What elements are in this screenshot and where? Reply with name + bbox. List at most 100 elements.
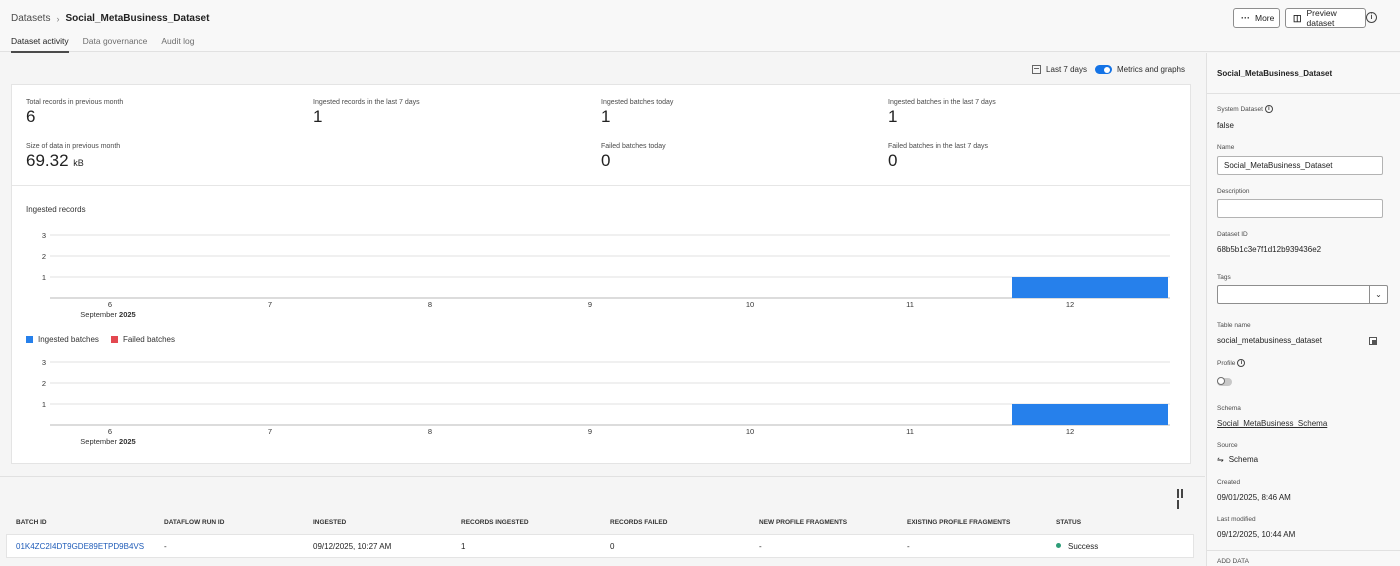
page-header: Datasets › Social_MetaBusiness_Dataset D… xyxy=(0,0,1400,53)
x-tick-label: 7 xyxy=(268,300,272,309)
tags-label: Tags xyxy=(1217,274,1231,281)
y-tick-label: 2 xyxy=(42,252,46,261)
date-range-label[interactable]: Last 7 days xyxy=(1046,65,1087,74)
column-settings-icon[interactable] xyxy=(1177,489,1187,509)
main-content: Last 7 days Metrics and graphs Total rec… xyxy=(0,53,1205,566)
records-failed-cell: 0 xyxy=(610,542,615,551)
breadcrumb: Datasets › Social_MetaBusiness_Dataset xyxy=(11,13,209,24)
x-sublabel-month: September xyxy=(80,437,119,446)
description-field[interactable] xyxy=(1217,199,1383,218)
chevron-down-icon[interactable]: ⌄ xyxy=(1369,286,1387,303)
x-tick-label: 10 xyxy=(746,300,754,309)
legend-failed-batches[interactable]: Failed batches xyxy=(110,335,175,344)
metric-label: Failed batches in the last 7 days xyxy=(888,143,989,150)
name-label: Name xyxy=(1217,144,1235,151)
x-sublabel-year: 2025 xyxy=(119,310,136,319)
page-title: Social_MetaBusiness_Dataset xyxy=(65,13,210,24)
profile-label: Profile i xyxy=(1217,359,1246,367)
metric-label: Total records in previous month xyxy=(26,99,124,106)
y-tick-label: 2 xyxy=(42,379,46,388)
batches-legend: Ingested batches Failed batches xyxy=(26,335,187,344)
breadcrumb-datasets-link[interactable]: Datasets xyxy=(11,13,50,24)
metric-failed-today: Failed batches today 0 xyxy=(601,143,666,171)
x-tick-label: 8 xyxy=(428,300,432,309)
x-tick-label: 11 xyxy=(906,427,914,436)
tab-dataset-activity[interactable]: Dataset activity xyxy=(11,36,69,53)
metric-label: Ingested batches today xyxy=(601,99,674,106)
col-header-records-ingested[interactable]: RECORDS INGESTED xyxy=(461,519,529,526)
legend-label: Ingested batches xyxy=(38,335,99,344)
x-tick-label: 9 xyxy=(588,427,592,436)
metric-total-records: Total records in previous month 6 xyxy=(26,99,123,127)
name-field[interactable]: Social_MetaBusiness_Dataset xyxy=(1217,156,1383,175)
x-tick-label: 11 xyxy=(906,300,914,309)
metric-value: 0 xyxy=(601,151,611,170)
more-button[interactable]: ··· More xyxy=(1233,8,1280,28)
batch-id-link[interactable]: 01K4ZC2I4DT9GDE89ETPD9B4VS xyxy=(16,542,144,551)
x-tick-label: 6 xyxy=(108,300,112,309)
metric-label: Size of data in previous month xyxy=(26,143,121,150)
metric-ingested-records: Ingested records in the last 7 days 1 xyxy=(313,99,420,127)
col-header-status[interactable]: STATUS xyxy=(1056,519,1081,526)
y-tick-label: 3 xyxy=(42,231,46,240)
x-tick-label: 12 xyxy=(1066,427,1074,436)
x-tick-label: 8 xyxy=(428,427,432,436)
calendar-icon[interactable] xyxy=(1032,65,1042,74)
ingested-records-chart-title: Ingested records xyxy=(26,205,86,214)
ingested-cell: 09/12/2025, 10:27 AM xyxy=(313,542,392,551)
tags-field[interactable]: ⌄ xyxy=(1217,285,1388,304)
more-icon: ··· xyxy=(1241,13,1250,23)
system-dataset-label: System Dataset i xyxy=(1217,105,1273,113)
system-dataset-value: false xyxy=(1217,121,1234,130)
new-fragments-cell: - xyxy=(759,542,762,551)
x-tick-label: 12 xyxy=(1066,300,1074,309)
modified-label: Last modified xyxy=(1217,516,1256,523)
table-row[interactable] xyxy=(6,534,1194,558)
x-tick-label: 10 xyxy=(746,427,754,436)
chevron-right-icon: › xyxy=(56,13,60,24)
col-header-records-failed[interactable]: RECORDS FAILED xyxy=(610,519,667,526)
metrics-toggle[interactable] xyxy=(1094,65,1112,74)
metric-value: 1 xyxy=(313,107,323,126)
col-header-new-fragments[interactable]: NEW PROFILE FRAGMENTS xyxy=(759,519,847,526)
preview-dataset-button[interactable]: ◫ Preview dataset xyxy=(1285,8,1366,28)
profile-toggle[interactable] xyxy=(1217,377,1232,386)
table-name-label: Table name xyxy=(1217,322,1251,329)
metric-value: 1 xyxy=(888,107,898,126)
info-icon[interactable]: i xyxy=(1237,359,1246,367)
metric-data-size: Size of data in previous month 69.32 kB xyxy=(26,143,120,171)
legend-label: Failed batches xyxy=(122,335,175,344)
schema-icon: ⇋ xyxy=(1217,455,1224,464)
col-header-ingested[interactable]: INGESTED xyxy=(313,519,346,526)
status-dot-icon xyxy=(1056,543,1061,548)
schema-link[interactable]: Social_MetaBusiness_Schema xyxy=(1217,419,1327,428)
copy-icon[interactable] xyxy=(1369,337,1377,345)
info-icon[interactable]: i xyxy=(1264,105,1273,113)
metric-value: 6 xyxy=(26,107,36,126)
y-tick-label: 1 xyxy=(42,400,46,409)
info-icon[interactable]: i xyxy=(1366,12,1377,23)
existing-fragments-cell: - xyxy=(907,542,910,551)
legend-swatch xyxy=(26,336,33,343)
x-tick-label: 6 xyxy=(108,427,112,436)
tab-audit-log[interactable]: Audit log xyxy=(161,36,194,53)
col-header-batch-id[interactable]: BATCH ID xyxy=(16,519,47,526)
legend-ingested-batches[interactable]: Ingested batches xyxy=(26,335,99,344)
bar xyxy=(1012,404,1168,425)
y-tick-label: 3 xyxy=(42,358,46,367)
x-tick-label: 7 xyxy=(268,427,272,436)
bar xyxy=(1012,277,1168,298)
tab-data-governance[interactable]: Data governance xyxy=(83,36,148,53)
add-data-heading: ADD DATA xyxy=(1217,558,1249,565)
panel-title: Social_MetaBusiness_Dataset xyxy=(1217,69,1333,78)
y-tick-label: 1 xyxy=(42,273,46,282)
metrics-card: Total records in previous month 6 Ingest… xyxy=(11,84,1191,464)
x-sublabel: September 2025 xyxy=(80,310,135,319)
col-header-existing-fragments[interactable]: EXISTING PROFILE FRAGMENTS xyxy=(907,519,1010,526)
schema-label: Schema xyxy=(1217,405,1241,412)
batches-chart: 1236September 20257 8 9 10 11 12 xyxy=(42,358,1170,446)
metrics-toggle-label: Metrics and graphs xyxy=(1116,65,1185,74)
dataset-id-label: Dataset ID xyxy=(1217,231,1248,238)
col-header-dataflow-run-id[interactable]: DATAFLOW RUN ID xyxy=(164,519,224,526)
table-name-value: social_metabusiness_dataset xyxy=(1217,336,1322,345)
